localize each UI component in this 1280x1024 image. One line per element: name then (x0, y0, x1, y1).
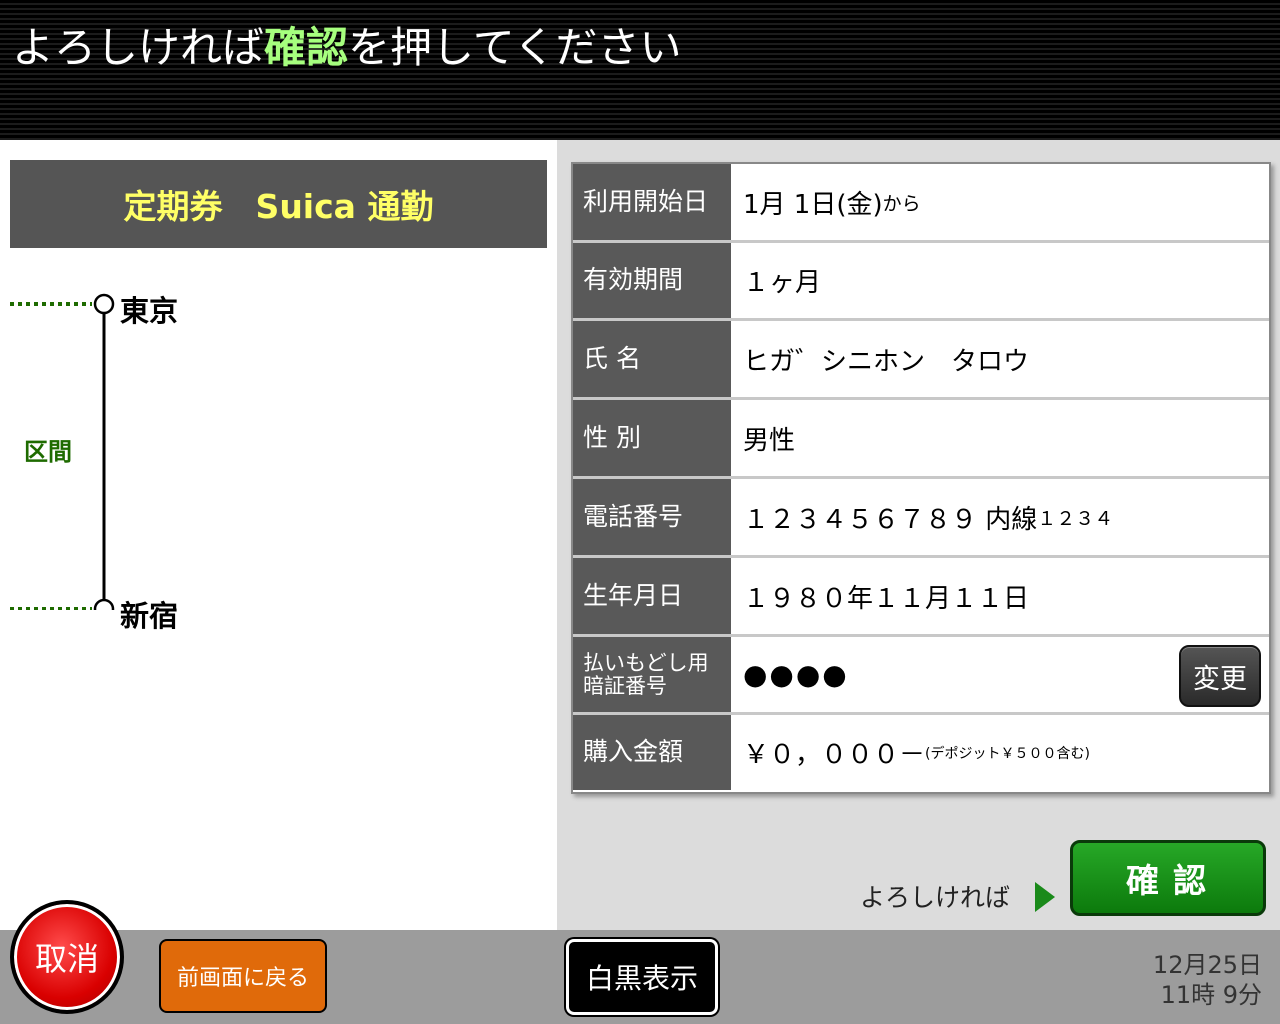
row-birthday: 生年月日 １９８０年１１月１１日 (573, 558, 1269, 637)
from-station-marker (93, 293, 115, 315)
start-date-label: 利用開始日 (573, 164, 731, 240)
birthday-value: １９８０年１１月１１日 (743, 583, 1030, 614)
details-panel: 利用開始日 1月 1日(金) から 有効期間 １ヶ月 氏 名 ヒガ゛シニホン タロ… (557, 140, 1280, 930)
change-pin-button[interactable]: 変更 (1179, 645, 1261, 707)
birthday-label: 生年月日 (573, 558, 731, 634)
ticket-type-banner: 定期券 Suica 通勤 (10, 160, 547, 248)
instruction-title: よろしければ確認を押してください (12, 23, 682, 72)
confirm-prompt: よろしければ (860, 883, 1011, 912)
pin-label: 払いもどし用 暗証番号 (573, 637, 731, 712)
gender-label: 性 別 (573, 400, 731, 476)
back-button[interactable]: 前画面に戻る (159, 939, 327, 1013)
phone-value: １２３４５６７８９ 内線 １２３４ (743, 504, 1114, 535)
row-phone: 電話番号 １２３４５６７８９ 内線 １２３４ (573, 479, 1269, 558)
start-date-value: 1月 1日(金) から (743, 189, 921, 220)
play-arrow-icon (1035, 882, 1055, 912)
row-amount: 購入金額 ￥０，０００－ (デポジット￥５００含む) (573, 715, 1269, 790)
title-accent: 確認 (264, 23, 349, 72)
route-panel: 定期券 Suica 通勤 東京 区間 新宿 (0, 140, 557, 930)
from-station: 東京 (120, 294, 179, 328)
confirm-button[interactable]: 確認 (1070, 840, 1266, 916)
clock: 12月25日 11時 9分 (1153, 950, 1262, 1010)
period-label: 有効期間 (573, 243, 731, 318)
to-station-marker (93, 598, 115, 610)
name-label: 氏 名 (573, 321, 731, 397)
amount-value: ￥０，０００－ (デポジット￥５００含む) (743, 740, 1090, 770)
clock-date: 12月25日 (1152, 951, 1262, 979)
amount-label: 購入金額 (573, 715, 731, 790)
header: よろしければ確認を押してください (0, 0, 1280, 140)
to-station: 新宿 (120, 599, 179, 633)
bw-display-button[interactable]: 白黒表示 (566, 939, 718, 1015)
purchase-details-table: 利用開始日 1月 1日(金) から 有効期間 １ヶ月 氏 名 ヒガ゛シニホン タロ… (571, 162, 1271, 794)
row-name: 氏 名 ヒガ゛シニホン タロウ (573, 321, 1269, 400)
name-value: ヒガ゛シニホン タロウ (743, 346, 1030, 377)
clock-time: 11時 9分 (1160, 981, 1262, 1009)
row-pin: 払いもどし用 暗証番号 ●●●● 変更 (573, 637, 1269, 715)
section-label: 区間 (24, 438, 72, 466)
cancel-button[interactable]: 取消 (10, 900, 124, 1014)
row-start-date: 利用開始日 1月 1日(金) から (573, 164, 1269, 243)
phone-label: 電話番号 (573, 479, 731, 555)
period-value: １ヶ月 (743, 268, 822, 298)
gender-value: 男性 (743, 425, 796, 456)
row-gender: 性 別 男性 (573, 400, 1269, 479)
row-period: 有効期間 １ヶ月 (573, 243, 1269, 321)
pin-value: ●●●● (743, 658, 849, 691)
